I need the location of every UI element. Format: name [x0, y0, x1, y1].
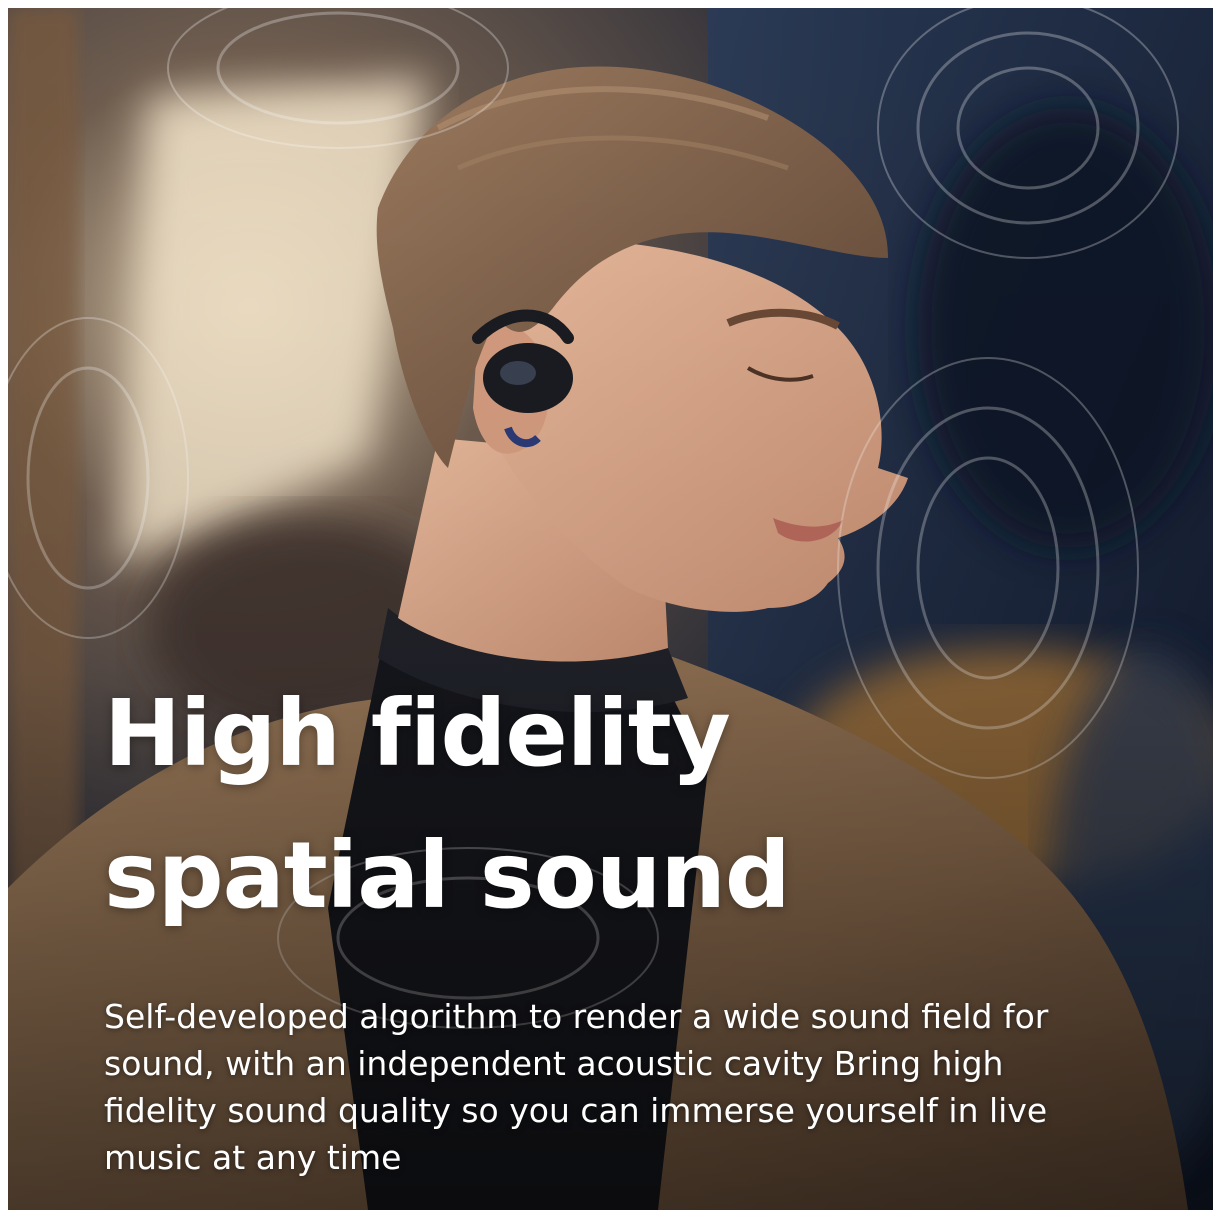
feature-description: Self-developed algorithm to render a wid…	[104, 997, 1049, 1177]
headline: High fidelity spatial sound	[104, 663, 1104, 947]
feature-copy: High fidelity spatial sound Self-develop…	[104, 663, 1104, 1181]
product-banner: High fidelity spatial sound Self-develop…	[8, 8, 1213, 1210]
headline-line-1: High fidelity	[104, 680, 731, 787]
headline-line-2: spatial sound	[104, 822, 791, 929]
